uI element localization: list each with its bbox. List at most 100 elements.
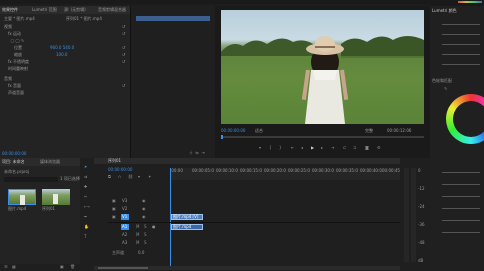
mic-icon[interactable]: ● [152, 224, 156, 230]
lock-icon[interactable]: ▣ [112, 198, 116, 204]
project-search-field[interactable] [4, 177, 58, 182]
slider-track[interactable] [442, 54, 480, 55]
audio-clip[interactable]: 图片.mp4 [171, 224, 203, 230]
slider-track[interactable] [442, 196, 480, 197]
pen-mask-icon[interactable]: ✎ [20, 38, 25, 44]
reset-icon[interactable]: ↺ [122, 45, 125, 51]
in-point-icon[interactable]: { [269, 145, 272, 151]
timeline-title[interactable]: 序列01 [108, 158, 138, 164]
quality-dropdown[interactable]: 完整 [365, 128, 377, 134]
reset-icon[interactable]: ↺ [122, 31, 125, 37]
tab-lumetri-scopes[interactable]: Lumetri 范围 [32, 7, 60, 13]
eye-icon[interactable]: ◉ [142, 206, 146, 212]
slider-track[interactable] [442, 220, 480, 221]
section-channel-volume[interactable]: 声道音量 [8, 90, 48, 96]
tab-project[interactable]: 项目: 未命名 [2, 159, 36, 165]
export-icon[interactable]: ⇥ [200, 150, 206, 156]
marker-icon[interactable]: ▾ [259, 145, 261, 151]
timeline-scrollbar[interactable] [94, 266, 400, 270]
effect-controls-timecode[interactable]: 00:00:00:00 [2, 151, 42, 157]
type-icon[interactable]: T [84, 234, 86, 240]
track-select-icon[interactable]: ⇉ [84, 174, 87, 180]
section-audio[interactable]: 音频 [4, 76, 44, 82]
ripple-edit-icon[interactable]: ✚ [84, 184, 87, 190]
program-timecode-left[interactable]: 00:00:00:00 [221, 128, 251, 134]
add-marker-icon[interactable]: ▾ [138, 174, 140, 180]
section-volume[interactable]: fx 音量 [8, 83, 48, 89]
video-frame[interactable] [221, 10, 424, 124]
fit-dropdown[interactable]: 适合 [255, 128, 269, 134]
slider-track[interactable] [442, 232, 480, 233]
reset-icon[interactable]: ↺ [122, 52, 125, 58]
slider-track[interactable] [442, 24, 480, 25]
section-time-remap[interactable]: 时间重映射 [8, 66, 48, 72]
selection-tool-icon[interactable]: ➤ [84, 164, 87, 170]
slider-track[interactable] [442, 64, 480, 65]
snap-icon[interactable]: ∩ [118, 174, 121, 180]
step-forward-icon[interactable]: ▸ [321, 145, 323, 151]
project-clip-thumb[interactable] [8, 189, 36, 205]
eyedropper-icon[interactable]: ✎ [444, 86, 450, 92]
export-frame-icon[interactable]: ◙ [365, 145, 369, 151]
go-to-out-icon[interactable]: ⇥ [331, 145, 334, 151]
razor-icon[interactable]: ✂ [84, 194, 87, 200]
time-ruler[interactable]: :00:00 00:00:05:00 00:00:10:00 00:00:15:… [170, 168, 400, 180]
icon-view-icon[interactable]: ▦ [12, 264, 16, 270]
lock-icon[interactable]: ▣ [112, 206, 116, 212]
play-icon[interactable]: ▶ [311, 145, 314, 151]
section-motion[interactable]: fx 运动 [8, 31, 48, 37]
list-view-icon[interactable]: ☰ [4, 264, 8, 270]
overwrite-icon[interactable]: ⊐ [353, 145, 356, 151]
mute-icon[interactable]: M [136, 240, 139, 246]
color-wheel[interactable] [446, 94, 484, 144]
solo-icon[interactable]: S [144, 232, 147, 238]
reset-icon[interactable]: ↺ [122, 83, 125, 89]
eye-icon[interactable]: ◉ [142, 214, 146, 220]
scale-value[interactable]: 100.0 [56, 52, 80, 58]
section-video[interactable]: 视频 [4, 24, 64, 30]
lumetri-section[interactable]: 色轮和匹配 [432, 78, 482, 84]
trash-icon[interactable]: 🗑 [70, 264, 75, 270]
slider-track[interactable] [442, 44, 480, 45]
program-scrubber[interactable] [221, 135, 424, 139]
tab-media-browser[interactable]: 媒体浏览器 [40, 159, 76, 165]
tab-audio-mixer[interactable]: 音频剪辑混合器 [98, 7, 128, 13]
slip-icon[interactable]: ⟷ [84, 204, 90, 210]
mute-icon[interactable]: M [136, 232, 139, 238]
section-opacity[interactable]: fx 不透明度 [8, 59, 48, 65]
audio-meter-left [404, 168, 409, 262]
go-to-in-icon[interactable]: ⇤ [291, 145, 294, 151]
project-footer: ☰ ▦ ▣ 🗑 [0, 264, 80, 271]
tab-effect-controls[interactable]: 效果控件 [2, 7, 28, 13]
effect-clip-bar[interactable] [136, 16, 210, 21]
position-value[interactable]: 960.0 540.0 [50, 45, 90, 51]
out-point-icon[interactable]: } [279, 145, 282, 151]
timeline-timecode[interactable]: 00:00:00:00 [108, 167, 138, 173]
link-icon[interactable]: ⛓ [128, 174, 133, 180]
lock-icon[interactable]: ▣ [112, 214, 116, 220]
new-item-icon[interactable]: ▣ [60, 264, 64, 270]
tab-source[interactable]: 源: (无剪辑) [64, 7, 94, 13]
slider-track[interactable] [442, 34, 480, 35]
step-back-icon[interactable]: ◂ [301, 145, 303, 151]
insert-icon[interactable]: ⊏ [343, 145, 346, 151]
eye-icon[interactable]: ◉ [142, 198, 146, 204]
playhead-marker[interactable] [221, 135, 223, 139]
reset-icon[interactable]: ↺ [122, 59, 125, 65]
slider-track[interactable] [442, 172, 480, 173]
wrench-icon[interactable]: ✦ [148, 174, 151, 180]
solo-icon[interactable]: S [144, 224, 147, 230]
hand-icon[interactable]: ✋ [84, 224, 89, 230]
reset-icon[interactable]: ↺ [122, 24, 125, 30]
master-value[interactable]: 0.0 [138, 250, 152, 256]
solo-icon[interactable]: S [144, 240, 147, 246]
pen-icon[interactable]: ✒ [84, 214, 87, 220]
mute-icon[interactable]: M [136, 224, 139, 230]
nest-icon[interactable]: ⧉ [108, 174, 111, 180]
slider-track[interactable] [442, 208, 480, 209]
settings-icon[interactable]: ⚙ [377, 145, 381, 151]
project-sequence-thumb[interactable] [42, 189, 70, 205]
slider-track[interactable] [442, 184, 480, 185]
video-clip[interactable]: 图片.mp4 [V] [171, 214, 203, 220]
scrollbar-thumb[interactable] [98, 267, 148, 269]
